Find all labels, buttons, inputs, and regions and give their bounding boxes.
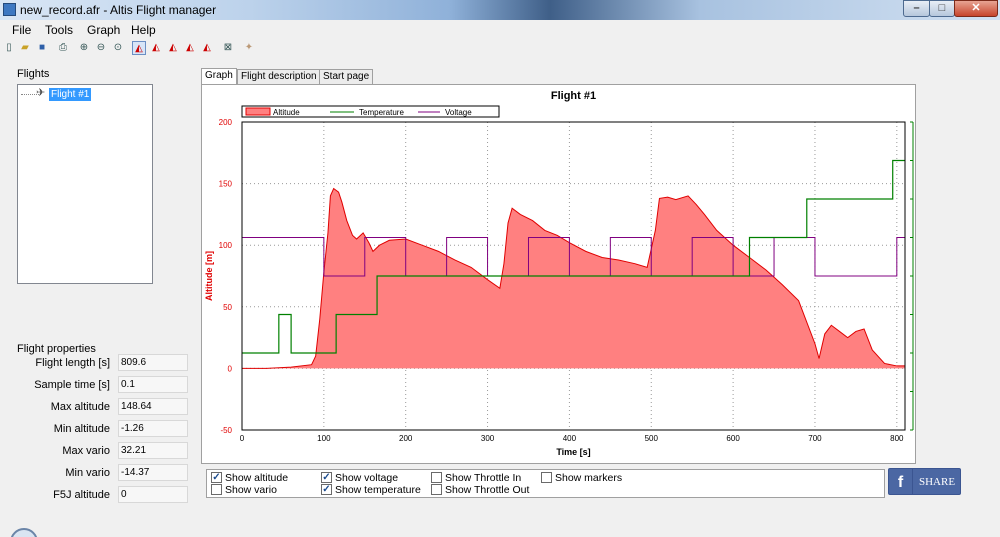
graph-altitude-icon[interactable]: ◭ (132, 41, 146, 55)
altitude-tick-label: 50 (223, 303, 232, 312)
facebook-icon: f (889, 469, 913, 494)
glider-icon: ✈ (36, 87, 46, 99)
legend-voltage-label: Voltage (445, 108, 472, 117)
tab-graph[interactable]: Graph (201, 68, 237, 85)
flight-properties-label: Flight properties (17, 343, 96, 355)
x-axis-label: Time [s] (556, 447, 590, 457)
toolbar: ▯ ▰ ■ ⎙ ⊕ ⊖ ⊙ ◭ ◭ ◭ ◭ ◭ ⊠ ✦ (0, 40, 1000, 57)
graph-voltage-icon[interactable]: ◭ (183, 41, 197, 55)
minimize-button[interactable]: – (903, 0, 930, 17)
window-title: new_record.afr - Altis Flight manager (20, 3, 217, 17)
checkbox-box[interactable]: ✓ (321, 472, 332, 483)
menu-help[interactable]: Help (131, 23, 156, 37)
checkbox-box[interactable] (541, 472, 552, 483)
altitude-tick-label: 100 (219, 241, 233, 250)
chart-title: Flight #1 (551, 90, 596, 102)
prop-min-vario-value: -14.37 (118, 464, 188, 481)
open-folder-icon[interactable]: ▰ (18, 41, 32, 55)
new-file-icon[interactable]: ▯ (2, 41, 16, 55)
menu-graph[interactable]: Graph (87, 23, 120, 37)
altitude-area (242, 188, 905, 369)
prop-max-altitude-label: Max altitude (50, 401, 110, 413)
graph-temperature-icon[interactable]: ◭ (166, 41, 180, 55)
menu-tools[interactable]: Tools (45, 23, 73, 37)
altitude-tick-label: 150 (219, 180, 233, 189)
prop-f5j-altitude-value: 0 (118, 486, 188, 503)
zoom-fit-icon[interactable]: ⊙ (111, 41, 125, 55)
prop-min-altitude-label: Min altitude (53, 423, 110, 435)
legend-altitude-label: Altitude (273, 108, 300, 117)
prop-max-vario-value: 32.21 (118, 442, 188, 459)
flight-chart[interactable]: Flight #10 100 200 300 400 500 600 700 800Time [… (202, 85, 915, 463)
prop-min-vario-label: Min vario (65, 467, 110, 479)
share-label: SHARE (919, 476, 956, 488)
maximize-button[interactable]: □ (929, 0, 955, 17)
x-tick-label: 100 (317, 434, 331, 443)
altitude-axis-label: Altitude [m] (204, 251, 214, 301)
flights-tree[interactable] (17, 84, 153, 284)
graph-vario-icon[interactable]: ◭ (149, 41, 163, 55)
prop-sample-time-value: 0.1 (118, 376, 188, 393)
checkbox-box[interactable] (211, 484, 222, 495)
checkbox-box[interactable] (431, 484, 442, 495)
altitude-tick-label: 0 (228, 364, 233, 373)
x-tick-label: 400 (563, 434, 577, 443)
close-graph-icon[interactable]: ⊠ (221, 41, 235, 55)
x-tick-label: 800 (890, 434, 904, 443)
altitude-tick-label: -50 (220, 426, 232, 435)
menu-file[interactable]: File (12, 23, 31, 37)
zoom-in-icon[interactable]: ⊕ (77, 41, 91, 55)
prop-max-altitude-value: 148.64 (118, 398, 188, 415)
prop-f5j-altitude-label: F5J altitude (53, 489, 110, 501)
app-icon (3, 3, 16, 16)
x-tick-label: 700 (808, 434, 822, 443)
tab-flight-description[interactable]: Flight description (237, 69, 321, 85)
share-button[interactable]: f SHARE (888, 468, 961, 495)
save-icon[interactable]: ■ (35, 41, 49, 55)
zoom-out-icon[interactable]: ⊖ (94, 41, 108, 55)
tab-start-page[interactable]: Start page (319, 69, 374, 85)
settings-icon[interactable]: ✦ (242, 41, 256, 55)
checkbox-box[interactable] (431, 472, 442, 483)
flights-label: Flights (17, 68, 50, 80)
prop-sample-time-label: Sample time [s] (34, 379, 110, 391)
prop-flight-length-value: 809.6 (118, 354, 188, 371)
prop-flight-length-label: Flight length [s] (35, 357, 110, 369)
prop-max-vario-label: Max vario (62, 445, 110, 457)
x-tick-label: 200 (399, 434, 413, 443)
x-tick-label: 300 (481, 434, 495, 443)
tree-item-flight-1[interactable]: Flight #1 (49, 88, 92, 101)
status-globe-icon (10, 528, 38, 537)
prop-min-altitude-value: -1.26 (118, 420, 188, 437)
graph-throttle-icon[interactable]: ◭ (200, 41, 214, 55)
checkbox-box[interactable]: ✓ (211, 472, 222, 483)
legend-temperature-label: Temperature (359, 108, 404, 117)
x-tick-label: 600 (726, 434, 740, 443)
menu-bar: File Tools Graph Help (0, 21, 1000, 40)
x-tick-label: 0 (240, 434, 245, 443)
x-tick-label: 500 (645, 434, 659, 443)
print-icon[interactable]: ⎙ (56, 41, 70, 55)
altitude-tick-label: 200 (219, 118, 233, 127)
title-bar: new_record.afr - Altis Flight manager – … (0, 0, 1000, 20)
legend-altitude-swatch (245, 107, 271, 116)
close-button[interactable]: ✕ (954, 0, 998, 17)
checkbox-box[interactable]: ✓ (321, 484, 332, 495)
